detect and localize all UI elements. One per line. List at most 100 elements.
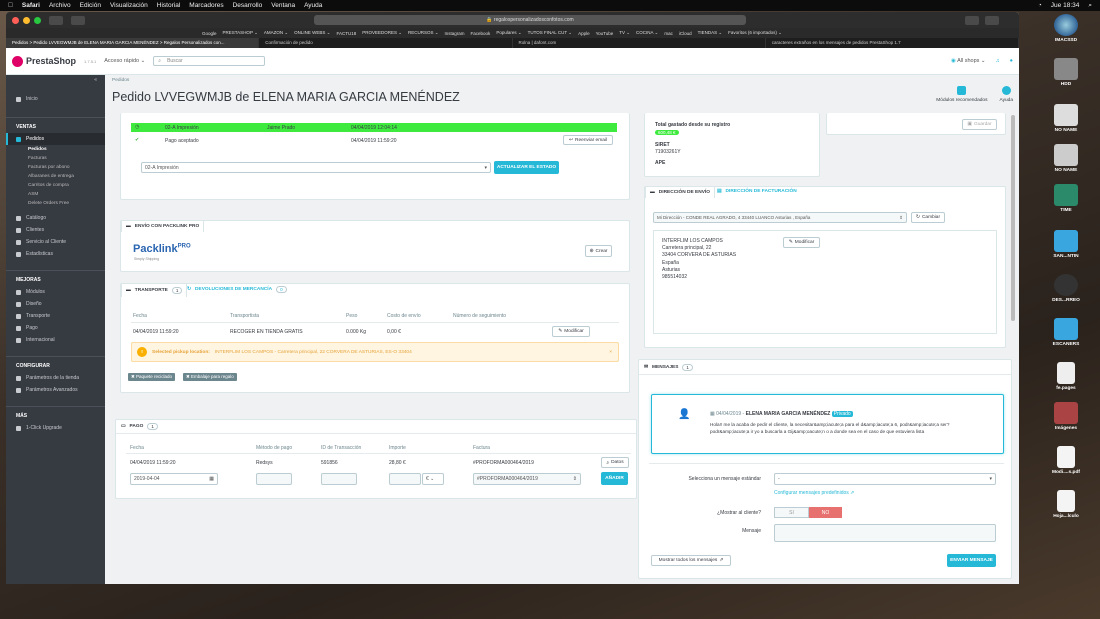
tabs-button[interactable] xyxy=(985,15,999,25)
menu-historial[interactable]: Historial xyxy=(157,2,180,9)
bookmark[interactable]: TUTOS FINAL CUT ⌄ xyxy=(528,30,572,36)
file-icon-imagenes[interactable]: Imágenes xyxy=(1040,402,1092,431)
zoom-window-icon[interactable] xyxy=(34,16,41,24)
standard-message-select[interactable]: - ▾ xyxy=(774,473,996,485)
sidebar-subitem-pedidos[interactable]: Pedidos xyxy=(6,145,105,154)
change-address-button[interactable]: ↻ Cambiar xyxy=(911,212,945,223)
spotlight-icon[interactable]: ⌕ xyxy=(1088,2,1092,10)
share-button[interactable] xyxy=(965,15,979,25)
save-note-button[interactable]: ▣ Guardar xyxy=(962,119,997,130)
browser-tab[interactable]: caracteres extraños en los mensajes de p… xyxy=(766,38,1019,48)
sidebar-subitem-delete-orders[interactable]: Delete Orders Free xyxy=(6,199,105,208)
bookmark[interactable]: PROVEEDORES ⌄ xyxy=(362,30,402,36)
tab-invoice-address[interactable]: ▤ DIRECCIÓN DE FACTURACIÓN xyxy=(717,189,797,194)
tab-transporte[interactable]: ▬ TRANSPORTE 1 xyxy=(121,283,188,297)
bookmark[interactable]: mac xyxy=(664,31,673,36)
bookmark[interactable]: TV ⌄ xyxy=(619,30,630,36)
bookmark[interactable]: COCINA ⌄ xyxy=(636,30,658,36)
help-button[interactable]: Ayuda xyxy=(999,86,1013,103)
file-icon-pdf[interactable]: Modi....s.pdf xyxy=(1040,446,1092,475)
tab-packlink[interactable]: ▬ ENVÍO CON PACKLINK PRO xyxy=(121,220,205,232)
bookmark[interactable]: Instagram xyxy=(445,31,465,36)
create-shipment-button[interactable]: ⊕ Crear xyxy=(585,245,612,257)
sidebar-item-servicio[interactable]: Servicio al Cliente xyxy=(6,236,105,248)
quick-access-dropdown[interactable]: Acceso rápido ⌄ xyxy=(104,58,145,64)
update-status-button[interactable]: ACTUALIZAR EL ESTADO xyxy=(494,161,559,174)
prestashop-logo[interactable]: PrestaShop xyxy=(12,55,76,67)
drive-icon-hdd[interactable]: HDD xyxy=(1040,58,1092,87)
transaction-id-input[interactable] xyxy=(321,473,357,485)
close-window-icon[interactable] xyxy=(12,16,19,24)
sidebar-item-internacional[interactable]: Internacional xyxy=(6,334,105,346)
sidebar-toggle-button[interactable] xyxy=(71,15,85,25)
modify-address-button[interactable]: ✎ Modificar xyxy=(783,237,820,248)
browser-tab[interactable]: Confirmación de pedido xyxy=(259,38,513,48)
payment-details-button[interactable]: ⌕ Datos xyxy=(601,457,629,468)
menu-ventana[interactable]: Ventana xyxy=(271,2,295,9)
message-textarea[interactable] xyxy=(774,524,996,542)
wifi-icon[interactable]: ◔ xyxy=(1038,2,1042,9)
show-all-messages-button[interactable]: Mostrar todos los mensajes ⇗ xyxy=(651,555,731,566)
browser-tab[interactable]: Pedidos > Pedido LVVEGWMJB de ELENA MARI… xyxy=(6,38,260,48)
amount-input[interactable] xyxy=(389,473,421,485)
modify-shipping-button[interactable]: ✎ Modificar xyxy=(552,326,590,337)
sidebar-item-inicio[interactable]: Inicio xyxy=(6,93,105,105)
sidebar-item-transporte[interactable]: Transporte xyxy=(6,310,105,322)
configure-messages-link[interactable]: Configurar mensajes predefinidos ⇗ xyxy=(774,490,854,496)
drive-icon-noname-2[interactable]: NO NAME xyxy=(1040,144,1092,173)
file-icon-pages[interactable]: fe.pages xyxy=(1040,362,1092,391)
close-icon[interactable]: × xyxy=(609,350,618,355)
add-payment-button[interactable]: AÑADIR xyxy=(601,472,628,485)
bookmark[interactable]: iCloud xyxy=(679,31,692,36)
folder-icon-san[interactable]: SAN...NTIN xyxy=(1040,230,1092,259)
sidebar-item-clientes[interactable]: Clientes xyxy=(6,224,105,236)
sidebar-subitem-facturas[interactable]: Facturas xyxy=(6,154,105,163)
bookmark[interactable]: Apple xyxy=(578,31,590,36)
sidebar-subitem-abonos[interactable]: Facturas por abono xyxy=(6,163,105,172)
bookmark[interactable]: ONLINE WEBS ⌄ xyxy=(294,30,330,36)
address-bar[interactable]: 🔒 regalospersonalizadosconfotos.com xyxy=(314,15,746,25)
bookmark[interactable]: Favoritos (6 importados) ⌄ xyxy=(728,30,782,36)
shops-dropdown[interactable]: ◉ All shops ⌄ xyxy=(951,58,986,64)
bookmark[interactable]: Populares ⌄ xyxy=(496,30,521,36)
bookmark[interactable]: Facebook xyxy=(471,31,491,36)
bookmark[interactable]: RECURSOS ⌄ xyxy=(408,30,439,36)
currency-select[interactable]: € ⌄ xyxy=(422,473,444,485)
notifications-icon[interactable]: ♫ xyxy=(996,58,1000,64)
sidebar-item-estadisticas[interactable]: Estadísticas xyxy=(6,248,105,260)
search-input[interactable]: ⌕ Buscar xyxy=(153,56,266,66)
invoice-select[interactable]: #PROFORMA000464/2019 ⇕ xyxy=(473,473,581,485)
sidebar-item-pedidos[interactable]: Pedidos xyxy=(6,133,105,145)
drive-icon-imacssd[interactable]: IMACSSD xyxy=(1040,14,1092,43)
payment-method-input[interactable] xyxy=(256,473,292,485)
collapse-sidebar-icon[interactable]: « xyxy=(6,75,105,85)
recommended-modules-button[interactable]: Módulos recomendados xyxy=(936,86,987,103)
account-icon[interactable]: ● xyxy=(1010,58,1013,64)
menu-desarrollo[interactable]: Desarrollo xyxy=(233,2,263,9)
sidebar-item-catalogo[interactable]: Catálogo xyxy=(6,212,105,224)
menu-ayuda[interactable]: Ayuda xyxy=(304,2,322,9)
status-select[interactable]: 02-A Impresión ▾ xyxy=(141,162,491,173)
menubar-clock[interactable]: Jue 18:34 xyxy=(1051,2,1080,9)
file-icon-hoja[interactable]: Hoja...lculo xyxy=(1040,490,1092,519)
payment-date-input[interactable]: 2019-04-04 ▦ xyxy=(130,473,218,485)
sidebar-item-diseno[interactable]: Diseño xyxy=(6,298,105,310)
menu-archivo[interactable]: Archivo xyxy=(49,2,71,9)
drive-icon-noname[interactable]: NO NAME xyxy=(1040,104,1092,133)
sidebar-item-upgrade[interactable]: 1-Click Upgrade xyxy=(6,422,105,434)
drive-icon-time[interactable]: TIME xyxy=(1040,184,1092,213)
sidebar-subitem-asm[interactable]: ASM xyxy=(6,190,105,199)
address-select[interactable]: Mi Dirección - CONDE REAL AGRADO, 4 3344… xyxy=(653,212,907,223)
sidebar-item-parametros-avanzados[interactable]: Parámetros Avanzados xyxy=(6,384,105,396)
sidebar-item-pago[interactable]: Pago xyxy=(6,322,105,334)
resend-email-button[interactable]: ↩ Reenviar email xyxy=(563,135,613,145)
sidebar-subitem-carritos[interactable]: Carritos de compra xyxy=(6,181,105,190)
back-button[interactable] xyxy=(49,15,63,25)
bookmark[interactable]: AMAZON ⌄ xyxy=(264,30,288,36)
tab-shipping-address[interactable]: ▬ DIRECCIÓN DE ENVÍO xyxy=(645,186,715,198)
send-message-button[interactable]: ENVIAR MENSAJE xyxy=(947,554,996,567)
show-customer-toggle[interactable]: SI NO xyxy=(774,507,842,518)
scrollbar-thumb[interactable] xyxy=(1011,115,1015,321)
menu-marcadores[interactable]: Marcadores xyxy=(189,2,223,9)
sidebar-subitem-albaranes[interactable]: Albaranes de entrega xyxy=(6,172,105,181)
